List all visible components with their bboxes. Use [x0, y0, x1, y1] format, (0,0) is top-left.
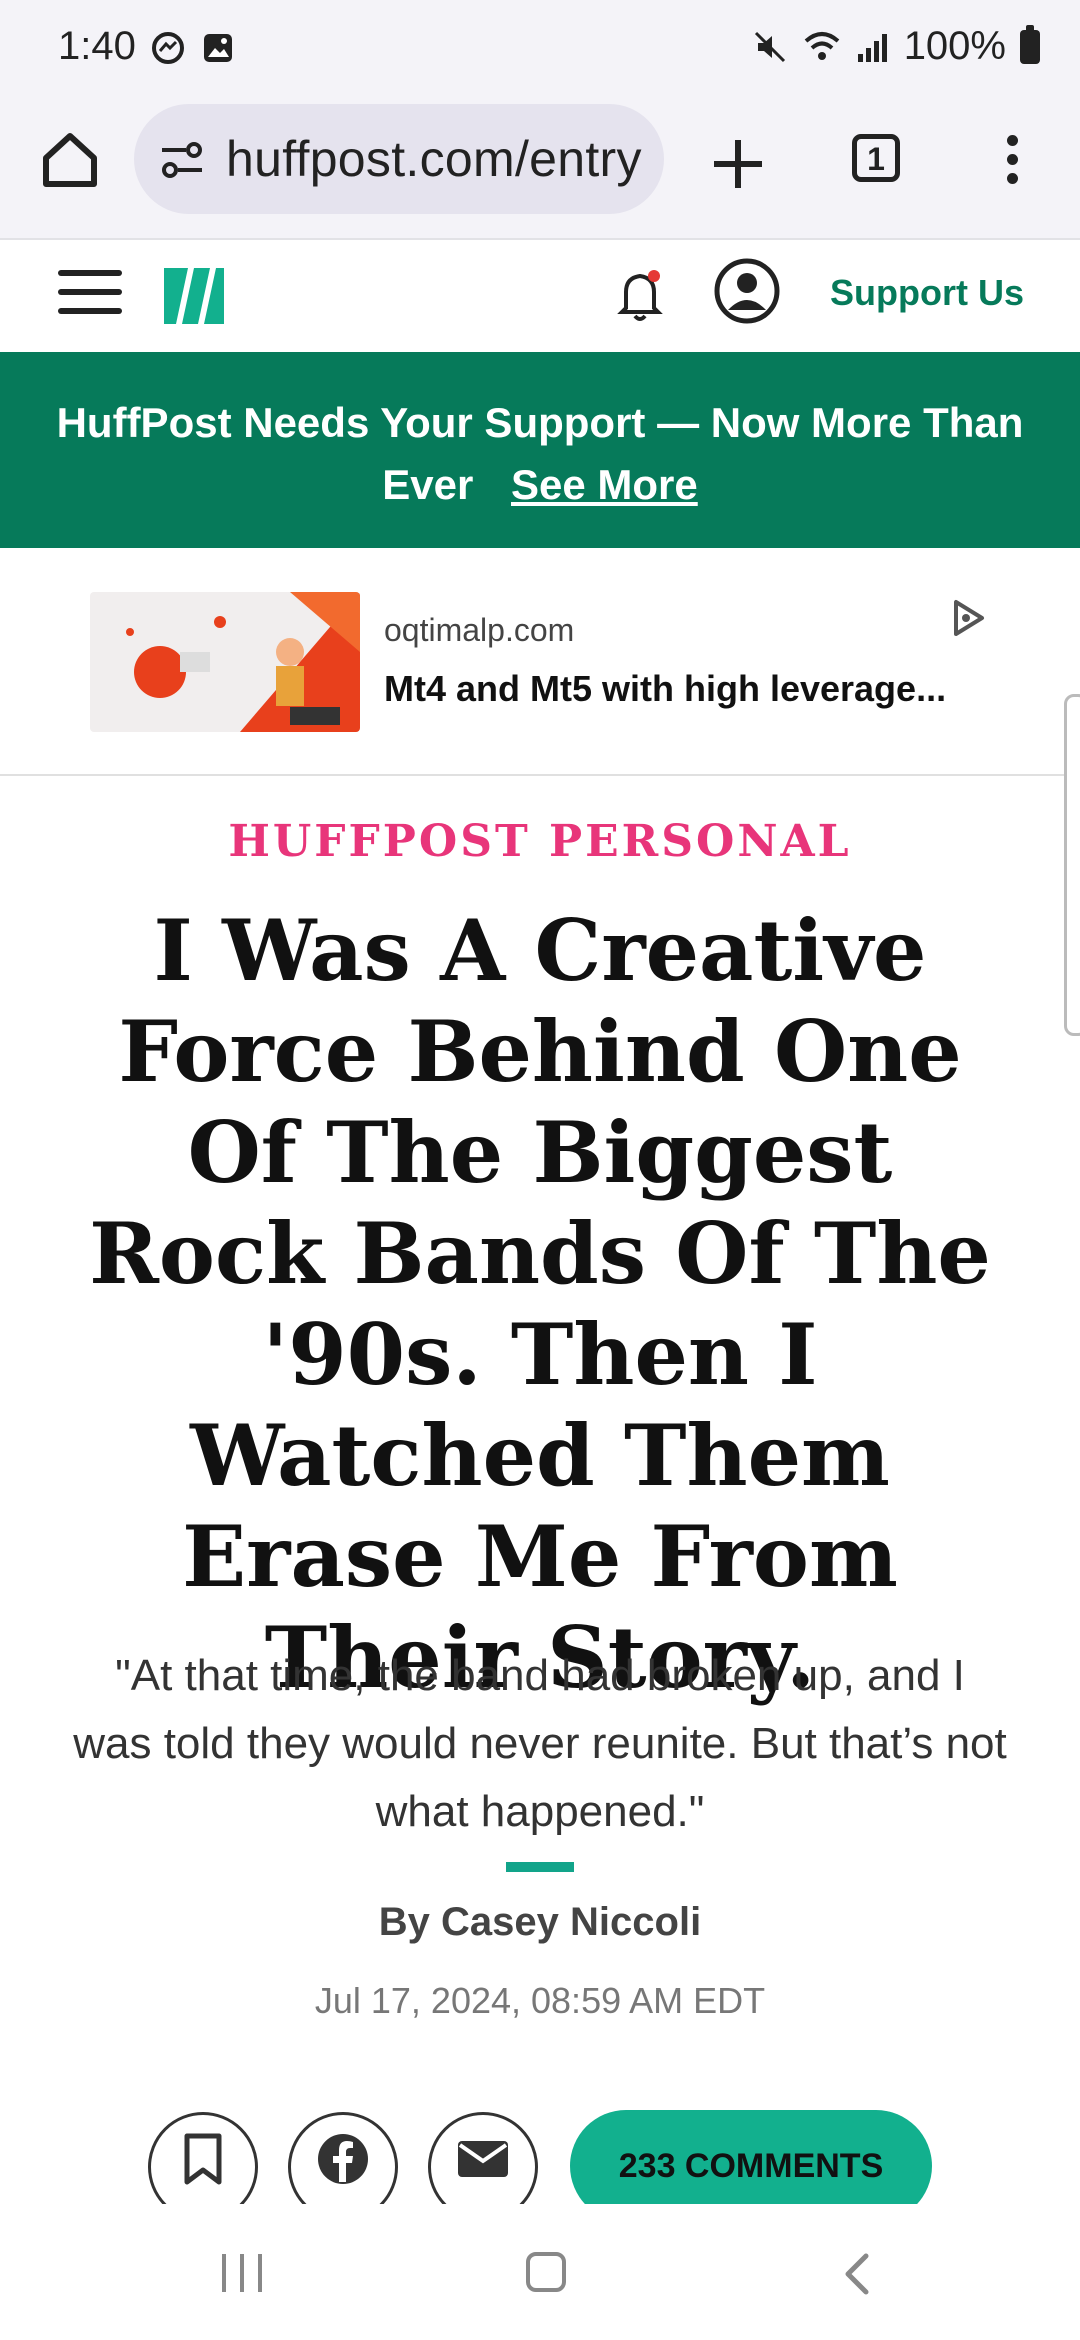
- ad-title[interactable]: Mt4 and Mt5 with high leverage...: [384, 668, 946, 710]
- comments-button[interactable]: 233 COMMENTS: [570, 2110, 932, 2204]
- signal-icon: [857, 33, 887, 62]
- messenger-icon: [152, 32, 184, 64]
- site-settings-icon[interactable]: [160, 140, 204, 180]
- article-byline[interactable]: By Casey Niccoli: [0, 1900, 1080, 1945]
- ad-unit[interactable]: oqtimalp.com Mt4 and Mt5 with high lever…: [0, 548, 1080, 776]
- support-banner: HuffPost Needs Your Support — Now More T…: [0, 352, 1080, 548]
- hamburger-menu-icon[interactable]: [58, 270, 122, 318]
- tab-switcher-button[interactable]: 1: [852, 134, 900, 182]
- url-text[interactable]: huffpost.com/entry: [226, 130, 642, 188]
- system-nav-bar: [0, 2204, 1080, 2340]
- article-kicker[interactable]: HUFFPOST PERSONAL: [0, 816, 1080, 867]
- browser-toolbar: huffpost.com/entry 1: [0, 100, 1080, 240]
- email-icon: [458, 2140, 508, 2177]
- status-time: 1:40: [58, 24, 136, 68]
- facebook-share-button[interactable]: [288, 2112, 398, 2204]
- browser-menu-icon[interactable]: [1000, 130, 1024, 200]
- article-date: Jul 17, 2024, 08:59 AM EDT: [314, 1980, 766, 2021]
- bookmark-button[interactable]: [148, 2112, 258, 2204]
- status-bar: 1:40 100%: [0, 0, 1080, 100]
- share-row: 233 COMMENTS: [0, 2110, 1080, 2204]
- bookmark-icon: [184, 2133, 222, 2185]
- new-tab-icon[interactable]: [706, 132, 770, 196]
- ad-domain[interactable]: oqtimalp.com: [384, 612, 574, 649]
- article-dek: "At that time, the band had broken up, a…: [73, 1651, 1007, 1836]
- gallery-icon: [204, 34, 232, 62]
- notifications-bell-icon[interactable]: [616, 266, 668, 324]
- see-more-link[interactable]: See More: [511, 461, 698, 508]
- byline-divider: [506, 1862, 574, 1872]
- status-notification-icons: [150, 30, 236, 66]
- wifi-icon: [804, 31, 840, 60]
- status-system-icons: 100%: [752, 24, 1040, 69]
- ad-image[interactable]: [90, 592, 360, 732]
- recent-apps-icon[interactable]: [222, 2254, 262, 2292]
- ad-choices-icon[interactable]: [948, 598, 988, 638]
- support-us-link[interactable]: Support Us: [830, 272, 1024, 314]
- site-header: Support Us: [0, 240, 1080, 352]
- email-share-button[interactable]: [428, 2112, 538, 2204]
- home-icon[interactable]: [38, 128, 102, 192]
- address-bar[interactable]: huffpost.com/entry: [134, 104, 664, 214]
- article-headline: I Was A Creative Force Behind One Of The…: [89, 901, 991, 1707]
- home-nav-icon[interactable]: [526, 2252, 566, 2292]
- account-icon[interactable]: [714, 258, 780, 324]
- huffpost-logo[interactable]: [164, 268, 224, 324]
- facebook-icon: [318, 2133, 368, 2184]
- back-icon[interactable]: [838, 2252, 878, 2296]
- mute-icon: [754, 31, 785, 62]
- battery-percent: 100%: [903, 24, 1006, 68]
- battery-icon: [1020, 24, 1040, 64]
